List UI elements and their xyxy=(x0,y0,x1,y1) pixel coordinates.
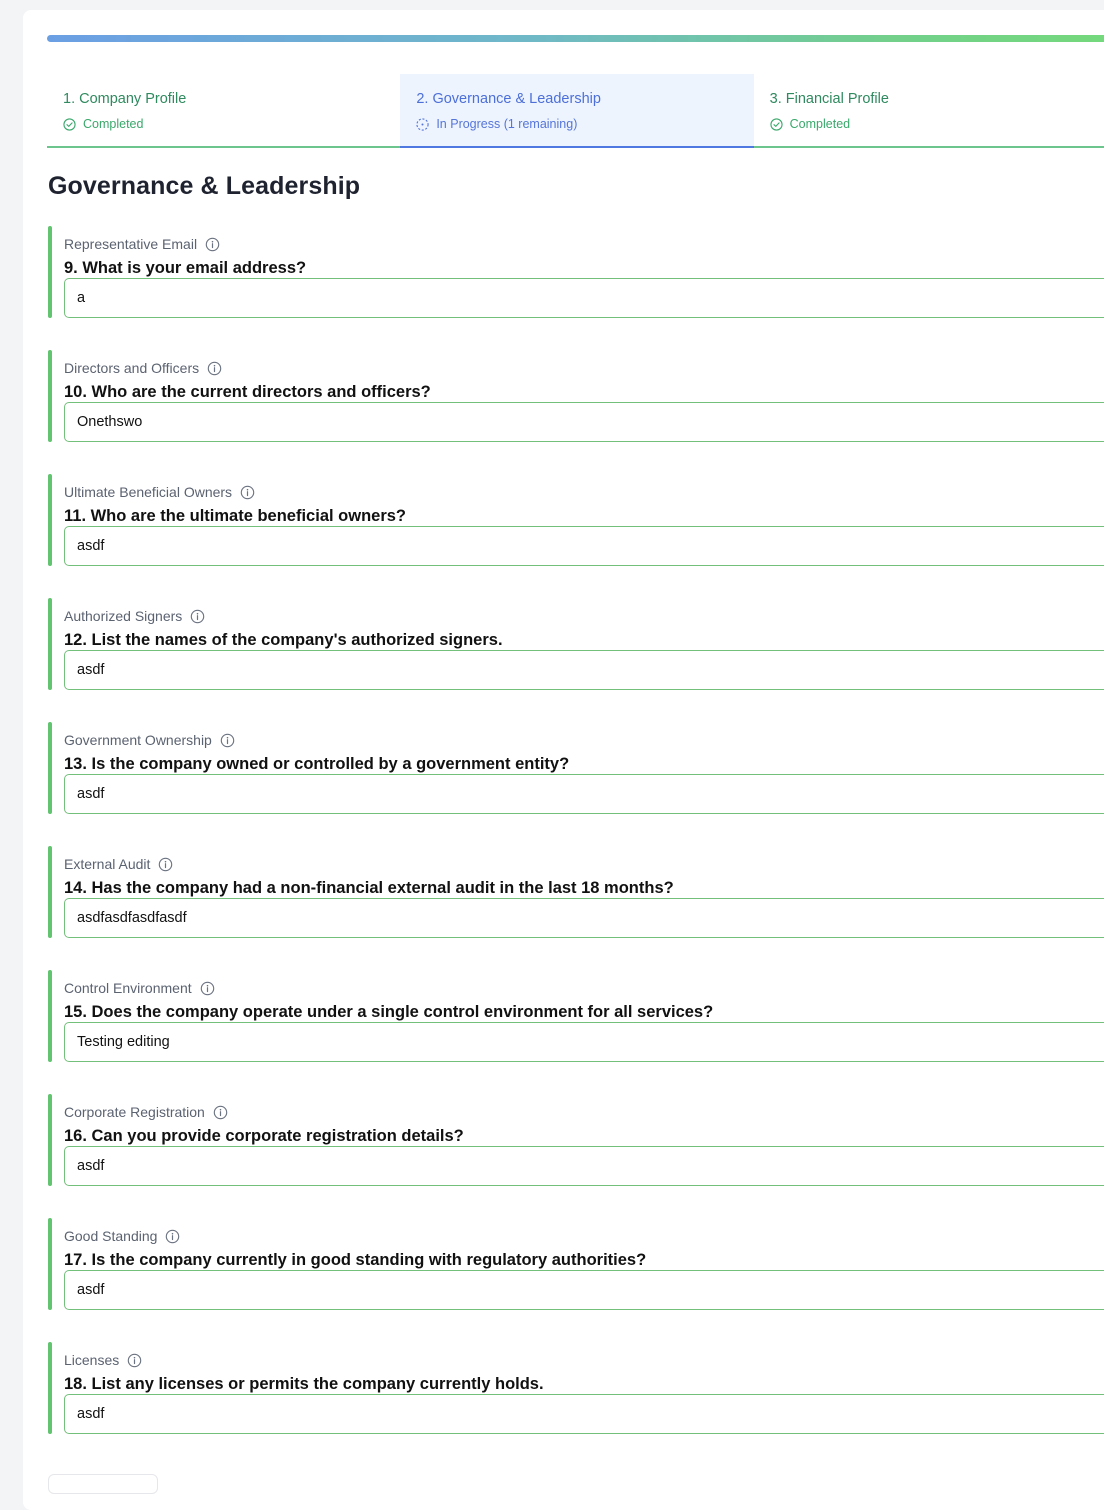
info-icon[interactable] xyxy=(240,485,255,500)
question-text: 18. List any licenses or permits the com… xyxy=(64,1375,544,1393)
step-status-text: Completed xyxy=(83,117,144,131)
answer-input[interactable] xyxy=(64,1022,1104,1062)
answer-input[interactable] xyxy=(64,526,1104,566)
question-item: External Audit 14. Has the company had a… xyxy=(48,846,1104,970)
progress-bar xyxy=(47,35,1104,42)
answer-input[interactable] xyxy=(64,1146,1104,1186)
step-title: 2. Governance & Leadership xyxy=(416,91,601,107)
question-category: Representative Email xyxy=(64,236,220,252)
question-accent-bar xyxy=(48,1218,52,1310)
question-accent-bar xyxy=(48,1094,52,1186)
answer-input[interactable] xyxy=(64,402,1104,442)
step-tab-governance-leadership[interactable]: 2. Governance & Leadership In Progress (… xyxy=(400,74,754,148)
answer-input[interactable] xyxy=(64,774,1104,814)
step-status-text: In Progress (1 remaining) xyxy=(436,117,578,131)
question-category: Corporate Registration xyxy=(64,1104,228,1120)
step-status-text: Completed xyxy=(789,117,851,131)
question-text: 9. What is your email address? xyxy=(64,259,307,277)
step-title: 1. Company Profile xyxy=(63,91,187,107)
info-icon[interactable] xyxy=(200,981,215,996)
check-circle-icon xyxy=(63,117,76,131)
question-category-label: Representative Email xyxy=(64,236,198,252)
question-item: Government Ownership 13. Is the company … xyxy=(48,722,1104,846)
question-item: Licenses 18. List any licenses or permit… xyxy=(48,1342,1104,1466)
step-tab-financial-profile[interactable]: 3. Financial Profile Completed xyxy=(754,74,1104,146)
question-category-label: Government Ownership xyxy=(64,732,212,748)
question-accent-bar xyxy=(48,846,52,938)
question-category-label: Directors and Officers xyxy=(64,360,200,376)
question-category: Directors and Officers xyxy=(64,360,222,376)
answer-input[interactable] xyxy=(64,1270,1104,1310)
question-text: 12. List the names of the company's auth… xyxy=(64,631,503,649)
question-item: Control Environment 15. Does the company… xyxy=(48,970,1104,1094)
question-list: Representative Email 9. What is your ema… xyxy=(48,226,1104,1466)
question-accent-bar xyxy=(48,598,52,690)
info-icon[interactable] xyxy=(205,237,220,252)
step-status: Completed xyxy=(770,117,1104,131)
check-circle-icon xyxy=(770,117,783,131)
question-item: Ultimate Beneficial Owners 11. Who are t… xyxy=(48,474,1104,598)
info-icon[interactable] xyxy=(165,1229,180,1244)
question-text: 14. Has the company had a non-financial … xyxy=(64,879,674,897)
question-text: 13. Is the company owned or controlled b… xyxy=(64,755,570,773)
question-category: Government Ownership xyxy=(64,732,235,748)
question-item: Representative Email 9. What is your ema… xyxy=(48,226,1104,350)
question-category-label: Corporate Registration xyxy=(64,1104,205,1120)
question-accent-bar xyxy=(48,226,52,318)
question-category-label: External Audit xyxy=(64,856,151,872)
question-category-label: Licenses xyxy=(64,1352,120,1368)
section-title: Governance & Leadership xyxy=(48,172,361,200)
step-status: Completed xyxy=(63,117,400,131)
question-accent-bar xyxy=(48,1342,52,1434)
question-category: Authorized Signers xyxy=(64,608,205,624)
info-icon[interactable] xyxy=(220,733,235,748)
question-item: Corporate Registration 16. Can you provi… xyxy=(48,1094,1104,1218)
question-item: Good Standing 17. Is the company current… xyxy=(48,1218,1104,1342)
info-icon[interactable] xyxy=(207,361,222,376)
step-status: In Progress (1 remaining) xyxy=(416,117,753,131)
question-text: 11. Who are the ultimate beneficial owne… xyxy=(64,507,407,525)
question-category: Licenses xyxy=(64,1352,142,1368)
question-accent-bar xyxy=(48,350,52,442)
step-tabs: 1. Company Profile Completed 2. Governan… xyxy=(47,74,1104,148)
question-category: Ultimate Beneficial Owners xyxy=(64,484,255,500)
question-text: 16. Can you provide corporate registrati… xyxy=(64,1127,464,1145)
question-text: 17. Is the company currently in good sta… xyxy=(64,1251,647,1269)
question-category-label: Control Environment xyxy=(64,980,192,996)
step-title: 3. Financial Profile xyxy=(769,91,889,107)
answer-input[interactable] xyxy=(64,650,1104,690)
question-category-label: Authorized Signers xyxy=(64,608,183,624)
question-category-label: Ultimate Beneficial Owners xyxy=(64,484,233,500)
info-icon[interactable] xyxy=(213,1105,228,1120)
dashed-circle-icon xyxy=(416,117,429,131)
info-icon[interactable] xyxy=(158,857,173,872)
answer-input[interactable] xyxy=(64,1394,1104,1434)
question-category-label: Good Standing xyxy=(64,1228,158,1244)
question-text: 10. Who are the current directors and of… xyxy=(64,383,431,401)
question-item: Authorized Signers 12. List the names of… xyxy=(48,598,1104,722)
question-accent-bar xyxy=(48,474,52,566)
question-category: External Audit xyxy=(64,856,173,872)
question-accent-bar xyxy=(48,970,52,1062)
question-category: Good Standing xyxy=(64,1228,180,1244)
answer-input[interactable] xyxy=(64,898,1104,938)
question-category: Control Environment xyxy=(64,980,215,996)
info-icon[interactable] xyxy=(190,609,205,624)
answer-input[interactable] xyxy=(64,278,1104,318)
footer-button[interactable] xyxy=(48,1474,158,1494)
step-tab-company-profile[interactable]: 1. Company Profile Completed xyxy=(47,74,400,146)
question-accent-bar xyxy=(48,722,52,814)
question-text: 15. Does the company operate under a sin… xyxy=(64,1003,714,1021)
question-item: Directors and Officers 10. Who are the c… xyxy=(48,350,1104,474)
info-icon[interactable] xyxy=(127,1353,142,1368)
